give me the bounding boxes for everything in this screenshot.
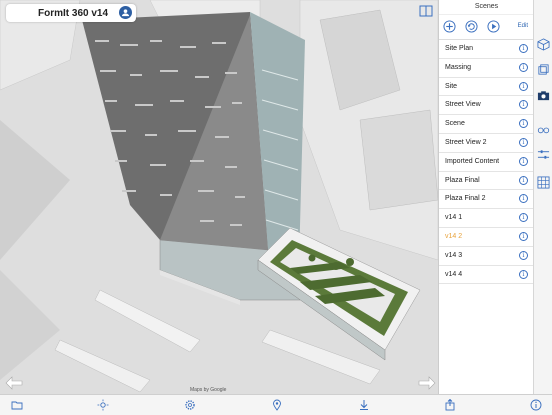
glasses-icon[interactable]	[537, 123, 550, 136]
scene-label: v14 4	[445, 270, 463, 278]
location-icon[interactable]	[271, 399, 283, 411]
scene-label: Plaza Final	[445, 176, 480, 184]
scene-info-icon[interactable]: i	[519, 194, 528, 204]
scene-info-icon[interactable]: i	[519, 81, 528, 91]
scene-label: Site Plan	[445, 45, 474, 52]
scene-info-icon[interactable]: i	[519, 213, 528, 223]
scenes-panel-title: Scenes	[439, 0, 534, 15]
app-title: FormIt 360 v14	[38, 7, 109, 19]
app-title-bar: FormIt 360 v14	[6, 4, 136, 22]
3d-viewport[interactable]: FormIt 360 v14 Maps by Google	[0, 0, 438, 394]
scene-info-icon[interactable]: i	[519, 100, 528, 110]
undo-arrow-icon[interactable]	[5, 376, 23, 390]
scene-info-icon[interactable]: i	[519, 44, 528, 53]
info-icon[interactable]	[530, 399, 542, 411]
scene-info-icon[interactable]: i	[519, 119, 528, 129]
share-icon[interactable]	[444, 399, 456, 411]
scene-info-icon[interactable]: i	[519, 62, 528, 72]
scene-list-item[interactable]: Plaza Final 2 i	[439, 190, 534, 210]
download-icon[interactable]	[358, 399, 370, 411]
scene-label: v14 2	[445, 232, 463, 240]
scene-list-item[interactable]: Imported Content i	[439, 153, 534, 172]
scene-list-item[interactable]: Site i	[439, 78, 534, 97]
redo-arrow-icon[interactable]	[418, 376, 436, 390]
folder-icon[interactable]	[11, 399, 23, 411]
cube-icon[interactable]	[537, 38, 550, 51]
add-icon[interactable]	[443, 20, 456, 33]
scene-info-icon[interactable]: i	[519, 156, 528, 166]
grid-icon[interactable]	[537, 176, 550, 189]
scene-label: Street View	[445, 101, 481, 109]
scene-list-item[interactable]: Street View i	[439, 96, 534, 116]
scene-list-item[interactable]: Site Plan i	[439, 40, 534, 59]
building-model-render	[0, 0, 438, 394]
scene-list-item[interactable]: v14 2 i	[439, 228, 534, 247]
scene-label: Scene	[445, 120, 465, 128]
scene-list-item[interactable]: v14 1 i	[439, 209, 534, 228]
scenes-toolbar: Edit	[439, 15, 534, 40]
scene-label: Site	[445, 82, 458, 90]
scene-label: v14 3	[445, 251, 463, 259]
scene-list-item[interactable]: Massing i	[439, 59, 534, 78]
scene-info-icon[interactable]: i	[519, 137, 528, 147]
scene-info-icon[interactable]: i	[519, 175, 528, 185]
camera-icon[interactable]	[537, 89, 550, 102]
scenes-panel: Scenes Edit Site Plan i Massing i Site i Stree…	[438, 0, 534, 394]
scene-list-item[interactable]: v14 3 i	[439, 247, 534, 266]
bottom-toolbar	[0, 394, 552, 415]
scene-info-icon[interactable]: i	[519, 250, 528, 260]
scene-label: Massing	[445, 63, 472, 71]
scene-list-item[interactable]: v14 4 i	[439, 266, 534, 285]
scene-info-icon[interactable]: i	[519, 231, 528, 241]
map-attribution: Maps by Google	[190, 387, 227, 393]
refresh-icon[interactable]	[465, 20, 478, 33]
right-tool-rail	[533, 0, 552, 394]
scene-label: v14 1	[445, 214, 463, 222]
scene-info-icon[interactable]: i	[519, 269, 528, 279]
layers-icon[interactable]	[537, 63, 550, 76]
gear-icon[interactable]	[184, 399, 196, 411]
scene-label: Imported Content	[445, 157, 500, 165]
scene-list-item[interactable]: Street View 2 i	[439, 134, 534, 153]
play-icon[interactable]	[487, 20, 500, 33]
sliders-icon[interactable]	[537, 148, 550, 161]
sun-icon[interactable]	[97, 399, 109, 411]
scene-label: Street View 2	[445, 138, 487, 146]
user-account-icon[interactable]	[119, 6, 132, 19]
scene-list-item[interactable]: Plaza Final i	[439, 172, 534, 191]
scene-label: Plaza Final 2	[445, 195, 486, 203]
scene-list-item[interactable]: Scene i	[439, 115, 534, 134]
edit-button[interactable]: Edit	[518, 23, 528, 29]
view-toggle-icon[interactable]	[419, 4, 433, 18]
scene-list: Site Plan i Massing i Site i Street View i Scene…	[439, 40, 534, 285]
